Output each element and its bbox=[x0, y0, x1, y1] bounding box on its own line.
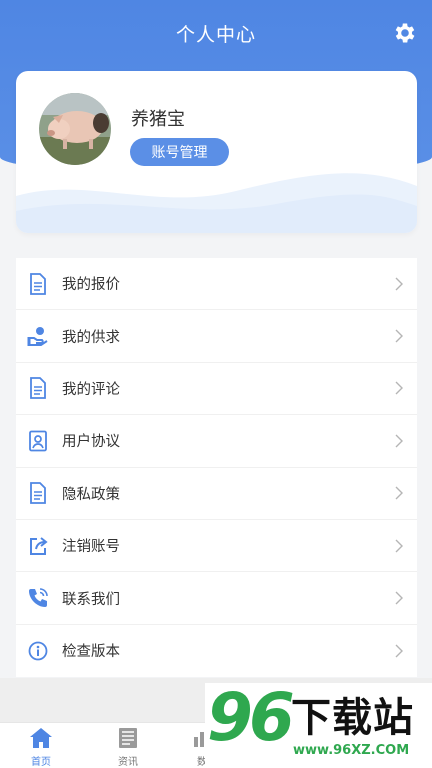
watermark-digits: 96 bbox=[207, 679, 295, 756]
chevron-right-icon bbox=[395, 381, 403, 395]
menu-item-label: 我的评论 bbox=[62, 381, 120, 398]
account-management-button[interactable]: 账号管理 bbox=[130, 138, 229, 166]
menu-item-label: 隐私政策 bbox=[62, 486, 120, 503]
chevron-right-icon bbox=[395, 277, 403, 291]
avatar[interactable] bbox=[39, 93, 111, 165]
profile-card: 养猪宝 账号管理 bbox=[16, 71, 417, 233]
menu-item-my-supply[interactable]: 我的供求 bbox=[16, 310, 417, 363]
chevron-right-icon bbox=[395, 591, 403, 605]
page-title: 个人中心 bbox=[175, 24, 256, 46]
info-icon bbox=[27, 640, 49, 662]
tab-label: 首页 bbox=[31, 757, 51, 768]
menu-item-check-version[interactable]: 检查版本 bbox=[16, 625, 417, 677]
phone-icon bbox=[27, 587, 49, 609]
watermark: 96 下载站 www.96XZ.COM bbox=[205, 679, 432, 768]
news-icon bbox=[119, 728, 137, 748]
home-icon bbox=[30, 728, 52, 748]
card-wave-decoration bbox=[16, 173, 417, 233]
username: 养猪宝 bbox=[131, 109, 185, 130]
chevron-right-icon bbox=[395, 486, 403, 500]
menu-item-delete-account[interactable]: 注销账号 bbox=[16, 520, 417, 573]
chevron-right-icon bbox=[395, 539, 403, 553]
menu-item-label: 联系我们 bbox=[62, 591, 120, 608]
menu-item-label: 我的供求 bbox=[62, 329, 120, 346]
gear-icon bbox=[395, 23, 415, 43]
document-icon bbox=[27, 377, 49, 400]
menu-item-label: 检查版本 bbox=[62, 644, 120, 661]
tab-label: 资讯 bbox=[118, 757, 138, 768]
tab-news[interactable]: 资讯 bbox=[98, 727, 158, 768]
chevron-right-icon bbox=[395, 434, 403, 448]
menu-item-user-agreement[interactable]: 用户协议 bbox=[16, 415, 417, 468]
menu-item-label: 我的报价 bbox=[62, 277, 120, 294]
settings-button[interactable] bbox=[391, 19, 419, 47]
share-icon bbox=[27, 535, 49, 557]
chevron-right-icon bbox=[395, 644, 403, 658]
menu-item-contact-us[interactable]: 联系我们 bbox=[16, 572, 417, 625]
menu-item-privacy-policy[interactable]: 隐私政策 bbox=[16, 468, 417, 520]
document-icon bbox=[27, 482, 49, 505]
document-icon bbox=[27, 272, 49, 295]
supply-icon bbox=[27, 325, 49, 347]
menu-item-my-comments[interactable]: 我的评论 bbox=[16, 363, 417, 416]
menu-item-label: 用户协议 bbox=[62, 434, 120, 451]
watermark-url: www.96XZ.COM bbox=[293, 743, 410, 758]
watermark-text: 下载站 bbox=[291, 695, 414, 741]
tab-home[interactable]: 首页 bbox=[11, 727, 71, 768]
menu-item-label: 注销账号 bbox=[62, 539, 120, 556]
menu-list: 我的报价 我的供求 我的评论 用户协议 隐私政策 注销账号 联系我们 检查版本 bbox=[16, 258, 417, 678]
menu-item-my-quotes[interactable]: 我的报价 bbox=[16, 258, 417, 311]
agreement-icon bbox=[27, 430, 49, 452]
chevron-right-icon bbox=[395, 329, 403, 343]
